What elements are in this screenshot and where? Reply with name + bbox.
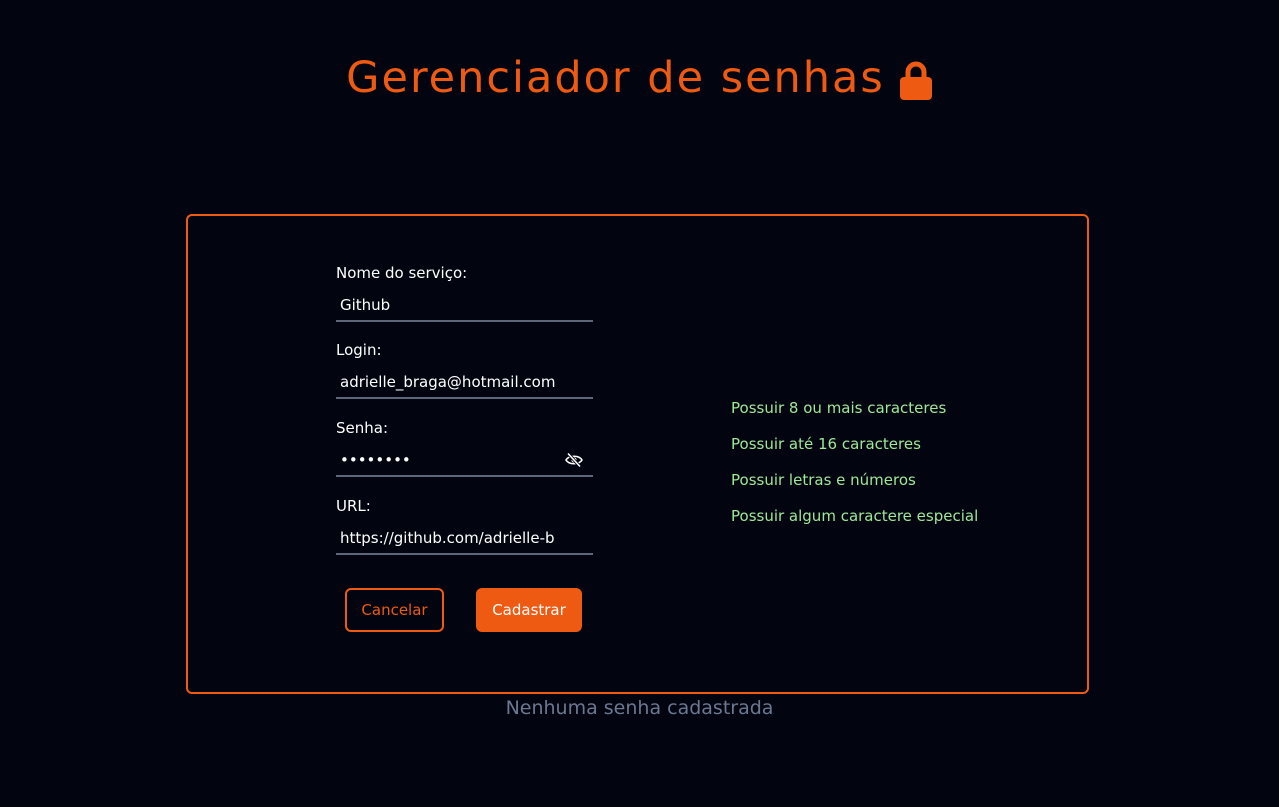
url-input-wrap (336, 523, 593, 555)
login-label: Login: (336, 341, 382, 359)
url-field: URL: (336, 497, 593, 555)
rule-min-length: Possuir 8 ou mais caracteres (731, 399, 947, 417)
password-rules: Possuir 8 ou mais caracteres Possuir até… (731, 399, 978, 543)
rule-max-length: Possuir até 16 caracteres (731, 435, 921, 453)
url-label: URL: (336, 497, 371, 515)
login-input[interactable] (336, 367, 593, 397)
url-input[interactable] (336, 523, 593, 553)
page-title-text: Gerenciador de senhas (346, 53, 885, 103)
cancel-button[interactable]: Cancelar (345, 588, 444, 632)
submit-button[interactable]: Cadastrar (476, 588, 582, 632)
eye-off-icon[interactable] (565, 452, 583, 468)
password-input-wrap (336, 445, 593, 477)
rule-letters-numbers: Possuir letras e números (731, 471, 916, 489)
page-title: Gerenciador de senhas (0, 52, 1279, 104)
service-field: Nome do serviço: (336, 264, 593, 322)
password-label: Senha: (336, 419, 389, 437)
login-field: Login: (336, 341, 593, 399)
password-input[interactable] (336, 445, 593, 475)
password-field: Senha: (336, 419, 593, 477)
service-input[interactable] (336, 290, 593, 320)
service-input-wrap (336, 290, 593, 322)
empty-message: Nenhuma senha cadastrada (505, 697, 774, 719)
service-label: Nome do serviço: (336, 264, 468, 282)
login-input-wrap (336, 367, 593, 399)
rule-special-char: Possuir algum caractere especial (731, 507, 979, 525)
lock-icon (899, 61, 932, 100)
password-form: Nome do serviço: Login: Senha: (186, 214, 1089, 694)
page: Gerenciador de senhas Nome do serviço: L… (0, 0, 1279, 807)
